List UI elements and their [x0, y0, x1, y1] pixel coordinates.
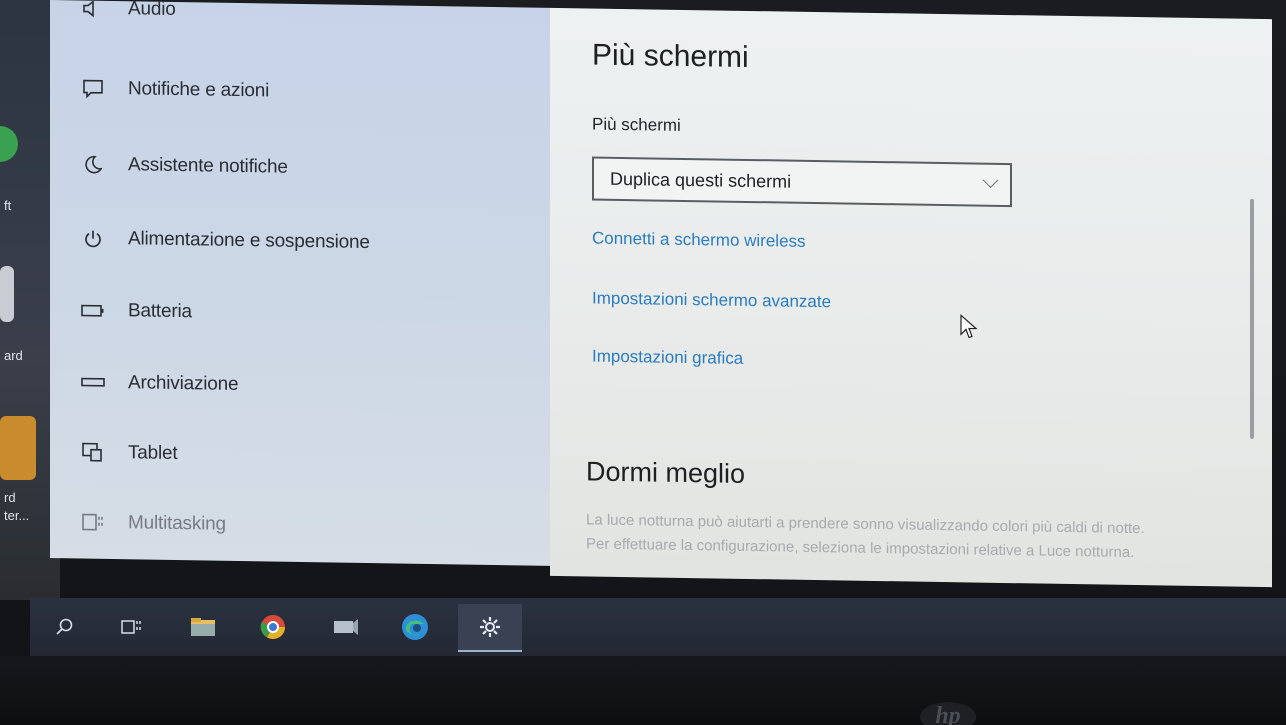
desktop-app-icon[interactable]	[0, 266, 14, 322]
search-icon[interactable]	[44, 608, 86, 646]
laptop-screen: Audio Notifiche e azioni Assistente noti…	[50, 0, 1286, 621]
multiple-displays-select[interactable]: Duplica questi schermi	[592, 156, 1012, 208]
app-icon[interactable]	[324, 608, 366, 646]
desktop-icon-label: ft	[4, 198, 12, 213]
desktop-icon-label: ter...	[4, 508, 30, 523]
battery-icon	[80, 299, 106, 321]
taskbar	[30, 598, 1286, 656]
sidebar-item-tablet[interactable]: Tablet	[80, 434, 178, 472]
desktop-icon-label: ard	[4, 348, 23, 363]
page-title: Più schermi	[592, 38, 749, 74]
sidebar-item-power-sleep[interactable]: Alimentazione e sospensione	[80, 220, 370, 261]
night-light-description: La luce notturna può aiutarti a prendere…	[586, 511, 1145, 562]
sidebar-item-label: Archiviazione	[128, 372, 239, 395]
tablet-icon	[80, 441, 106, 463]
sidebar-item-battery[interactable]: Batteria	[80, 292, 192, 330]
settings-content: Più schermi Più schermi Duplica questi s…	[550, 7, 1272, 588]
multitasking-icon	[80, 511, 106, 533]
sidebar-item-label: Tablet	[128, 442, 178, 465]
sidebar-item-label: Assistente notifiche	[128, 154, 288, 178]
settings-sidebar: Audio Notifiche e azioni Assistente noti…	[50, 0, 550, 566]
laptop-bezel	[0, 656, 1286, 725]
moon-icon	[80, 153, 106, 175]
sidebar-item-label: Multitasking	[128, 512, 226, 535]
select-label: Più schermi	[592, 114, 681, 135]
speaker-icon	[80, 0, 106, 20]
graphics-settings-link[interactable]: Impostazioni grafica	[592, 347, 743, 369]
hp-logo: hp	[920, 702, 976, 725]
sidebar-item-focus-assist[interactable]: Assistente notifiche	[80, 146, 288, 185]
chevron-down-icon	[982, 172, 999, 189]
mouse-cursor-icon	[960, 314, 978, 339]
settings-icon[interactable]	[458, 604, 522, 652]
sidebar-item-audio[interactable]: Audio	[80, 0, 176, 28]
desktop-icon-label: rd	[4, 490, 16, 505]
chrome-icon[interactable]	[252, 608, 294, 646]
sidebar-item-label: Notifiche e azioni	[128, 78, 270, 102]
advanced-display-settings-link[interactable]: Impostazioni schermo avanzate	[592, 289, 831, 313]
night-light-section-title: Dormi meglio	[586, 456, 746, 489]
notification-icon	[80, 77, 106, 99]
desktop-app-icon[interactable]	[0, 126, 18, 162]
file-explorer-icon[interactable]	[182, 608, 224, 646]
sidebar-item-notifications[interactable]: Notifiche e azioni	[80, 70, 269, 109]
sidebar-item-multitasking[interactable]: Multitasking	[80, 504, 226, 542]
power-icon	[80, 227, 106, 249]
select-value: Duplica questi schermi	[610, 168, 792, 192]
task-view-icon[interactable]	[110, 608, 152, 646]
edge-icon[interactable]	[394, 608, 436, 646]
sidebar-item-label: Alimentazione e sospensione	[128, 228, 370, 254]
photo-frame: ft ard rd ter... Audio Notifiche e azion…	[0, 0, 1286, 725]
scrollbar[interactable]	[1250, 198, 1254, 439]
connect-wireless-display-link[interactable]: Connetti a schermo wireless	[592, 229, 806, 252]
desktop-app-icon[interactable]	[0, 416, 36, 480]
sidebar-item-label: Audio	[128, 0, 176, 20]
sidebar-item-storage[interactable]: Archiviazione	[80, 364, 238, 402]
sidebar-item-label: Batteria	[128, 300, 192, 323]
storage-icon	[80, 371, 106, 393]
